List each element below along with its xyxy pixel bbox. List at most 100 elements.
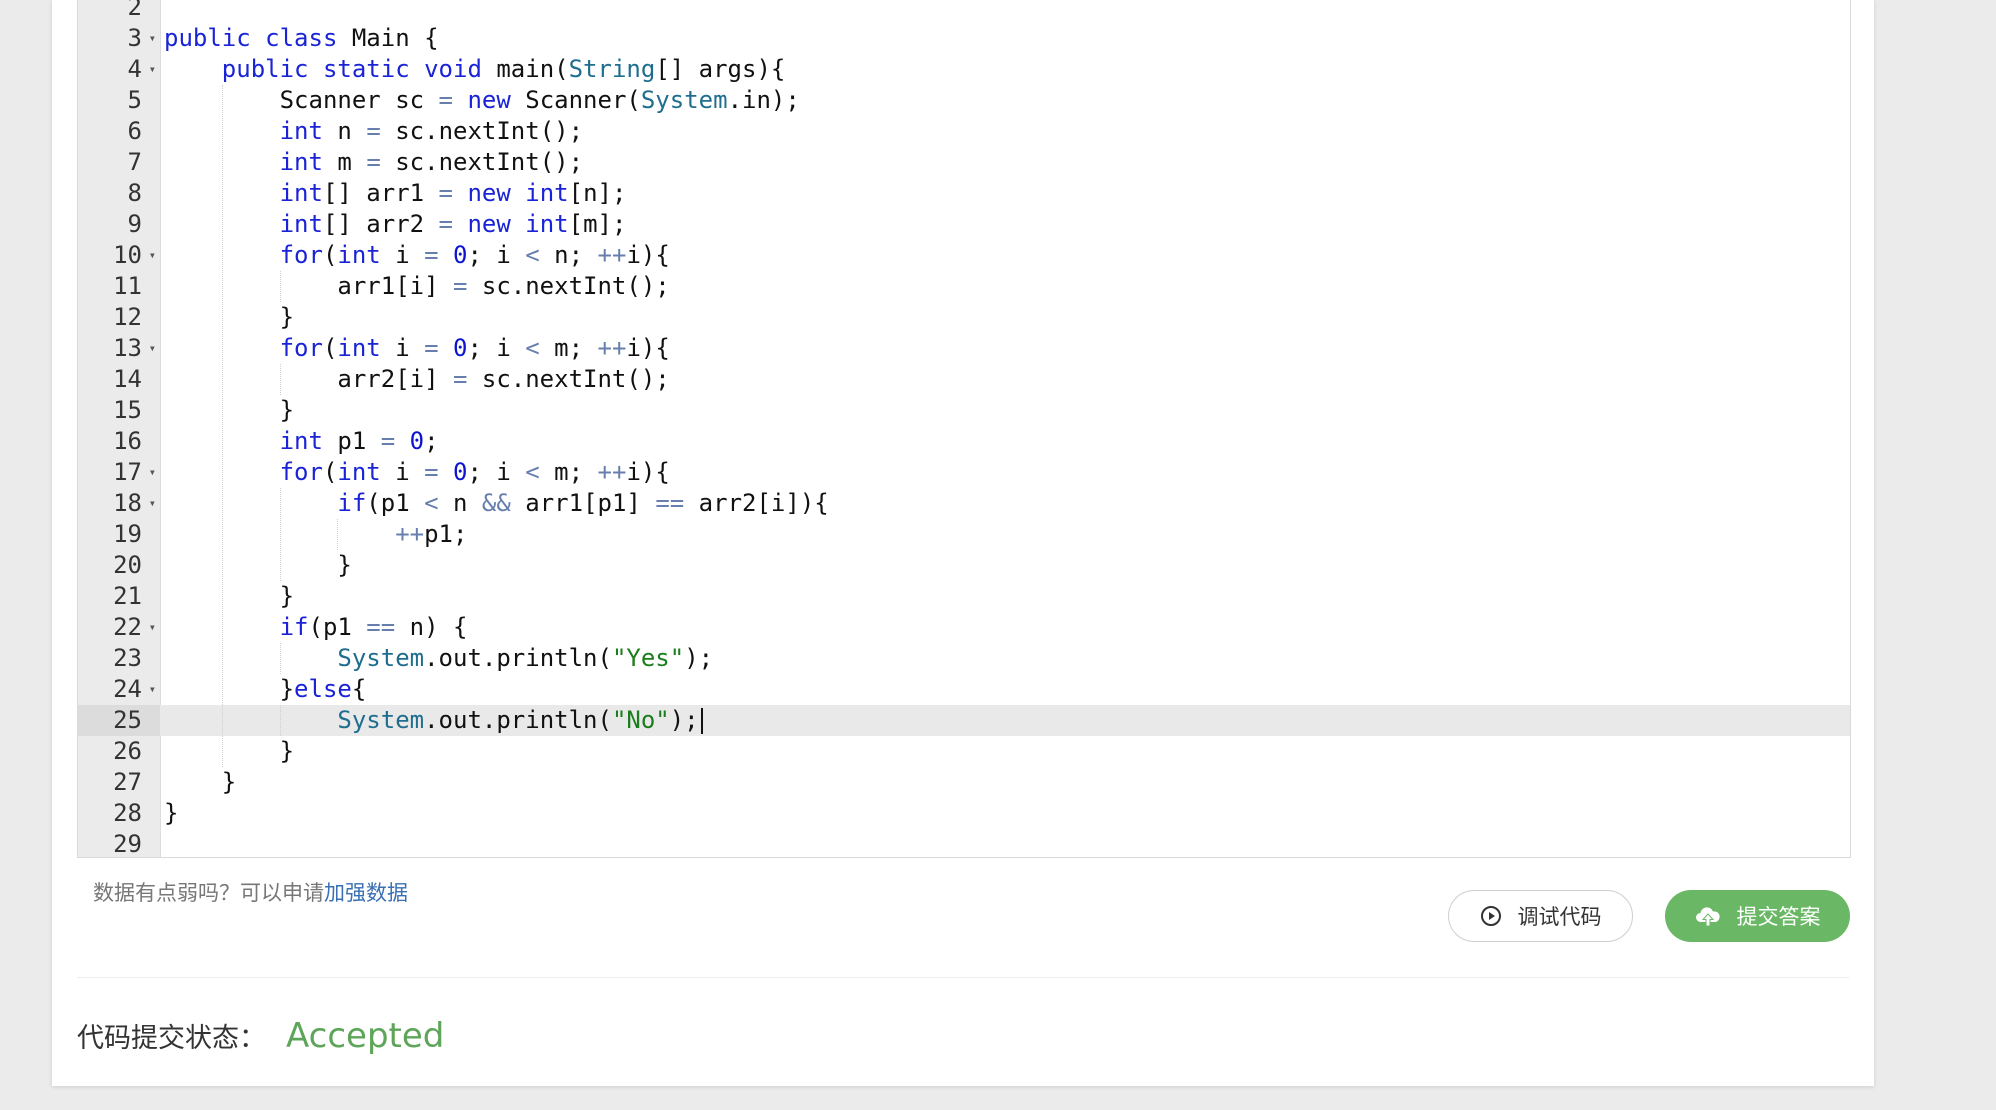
code-text: } [164,798,178,829]
code-line[interactable]: 11 arr1[i] = sc.nextInt(); [78,271,1850,302]
line-number-text: 7 [127,148,142,176]
code-token: = [424,458,439,486]
code-token: int [279,427,323,455]
code-line[interactable]: 15} [78,395,1850,426]
line-number: 8 [78,178,160,209]
line-number-text: 5 [127,86,142,114]
code-text: int m = sc.nextInt(); [280,147,583,178]
code-token: = [452,272,468,300]
code-line[interactable]: 14 arr2[i] = sc.nextInt(); [78,364,1850,395]
code-line[interactable]: 16 int p1 = 0; [78,426,1850,457]
code-line[interactable]: 25 System.out.println("No"); [78,705,1850,736]
line-number: 19 [78,519,160,550]
weak-data-text: 数据有点弱吗？可以申请 [93,881,324,905]
code-line[interactable]: 2 [78,0,1850,23]
line-number-text: 4 [127,55,142,83]
code-text: } [280,736,294,767]
fold-arrow-icon[interactable]: ▾ [149,54,156,85]
debug-code-button[interactable]: 调试代码 [1448,890,1633,942]
code-editor[interactable]: 2 3 ▾ public class Main {4 ▾ public static vo… [77,0,1851,858]
submit-answer-button[interactable]: 提交答案 [1665,890,1850,942]
code-token: = [438,86,453,114]
code-line[interactable]: 9 int[] arr2 = new int[m]; [78,209,1850,240]
fold-arrow-icon[interactable]: ▾ [149,488,156,519]
cloud-upload-icon [1695,905,1721,927]
code-token: if [279,613,309,641]
code-token: ++ [395,520,425,548]
code-token: int [279,117,323,145]
line-number: 24 ▾ [78,674,160,705]
code-token: System [337,706,425,734]
code-line[interactable]: 21} [78,581,1850,612]
line-number: 12 [78,302,160,333]
code-line[interactable]: 29 [78,829,1850,858]
fold-arrow-icon[interactable]: ▾ [149,240,156,271]
code-token: String [568,55,656,83]
line-number: 23 [78,643,160,674]
code-token: m [322,148,367,176]
strengthen-data-link[interactable]: 加强数据 [324,881,408,905]
code-token: < [525,334,540,362]
code-line[interactable]: 12} [78,302,1850,333]
code-token: [] arr1 [322,179,439,207]
code-token: int [337,241,381,269]
code-line[interactable]: 22 ▾ if(p1 == n) { [78,612,1850,643]
code-line[interactable]: 7 int m = sc.nextInt(); [78,147,1850,178]
code-line[interactable]: 13 ▾ for(int i = 0; i < m; ++i){ [78,333,1850,364]
code-token: .in); [727,86,800,114]
code-token: static [322,55,410,83]
line-number-text: 12 [113,303,142,331]
code-token: i [380,334,425,362]
code-token: int [337,458,381,486]
code-line[interactable]: 8 int[] arr1 = new int[n]; [78,178,1850,209]
fold-arrow-icon[interactable]: ▾ [149,674,156,705]
line-number: 29 [78,829,160,858]
code-token: 0 [453,334,468,362]
line-number: 14 [78,364,160,395]
line-number: 26 [78,736,160,767]
code-line[interactable]: 26} [78,736,1850,767]
code-text: arr1[i] = sc.nextInt(); [337,271,669,302]
line-number-text: 13 [113,334,142,362]
code-token: ( [322,334,338,362]
line-number: 17 ▾ [78,457,160,488]
fold-arrow-icon[interactable]: ▾ [149,23,156,54]
line-number: 28 [78,798,160,829]
code-token: < [525,458,540,486]
code-token: ( [322,241,338,269]
code-token: arr1[p1] [510,489,656,517]
code-line[interactable]: 28} [78,798,1850,829]
fold-arrow-icon[interactable]: ▾ [149,612,156,643]
code-token: arr2[i]){ [684,489,829,517]
code-line[interactable]: 3 ▾ public class Main { [78,23,1850,54]
code-line[interactable]: 10 ▾ for(int i = 0; i < n; ++i){ [78,240,1850,271]
line-number-text: 14 [113,365,142,393]
code-line[interactable]: 24 ▾}else{ [78,674,1850,705]
code-token: = [366,148,381,176]
line-number: 16 [78,426,160,457]
code-text: if(p1 < n && arr1[p1] == arr2[i]){ [337,488,828,519]
code-line[interactable]: 27} [78,767,1850,798]
code-line[interactable]: 4 ▾ public static void main(String[] args)… [78,54,1850,85]
fold-arrow-icon[interactable]: ▾ [149,457,156,488]
code-line[interactable]: 19 ++p1; [78,519,1850,550]
code-line[interactable]: 20} [78,550,1850,581]
code-text: } [337,550,351,581]
code-line[interactable]: 5 Scanner sc = new Scanner(System.in); [78,85,1850,116]
line-number: 21 [78,581,160,612]
fold-arrow-icon[interactable]: ▾ [149,333,156,364]
submission-status-label: 代码提交状态： [77,1023,266,1054]
code-token: sc.nextInt(); [467,365,670,393]
code-line[interactable]: 18 ▾ if(p1 < n && arr1[p1] == arr2[i]){ [78,488,1850,519]
code-line[interactable]: 6 int n = sc.nextInt(); [78,116,1850,147]
code-token: i){ [626,241,670,269]
code-line[interactable]: 23 System.out.println("Yes"); [78,643,1850,674]
line-number: 27 [78,767,160,798]
line-number-text: 29 [113,830,142,858]
code-text: Scanner sc = new Scanner(System.in); [280,85,800,116]
code-line[interactable]: 17 ▾ for(int i = 0; i < m; ++i){ [78,457,1850,488]
